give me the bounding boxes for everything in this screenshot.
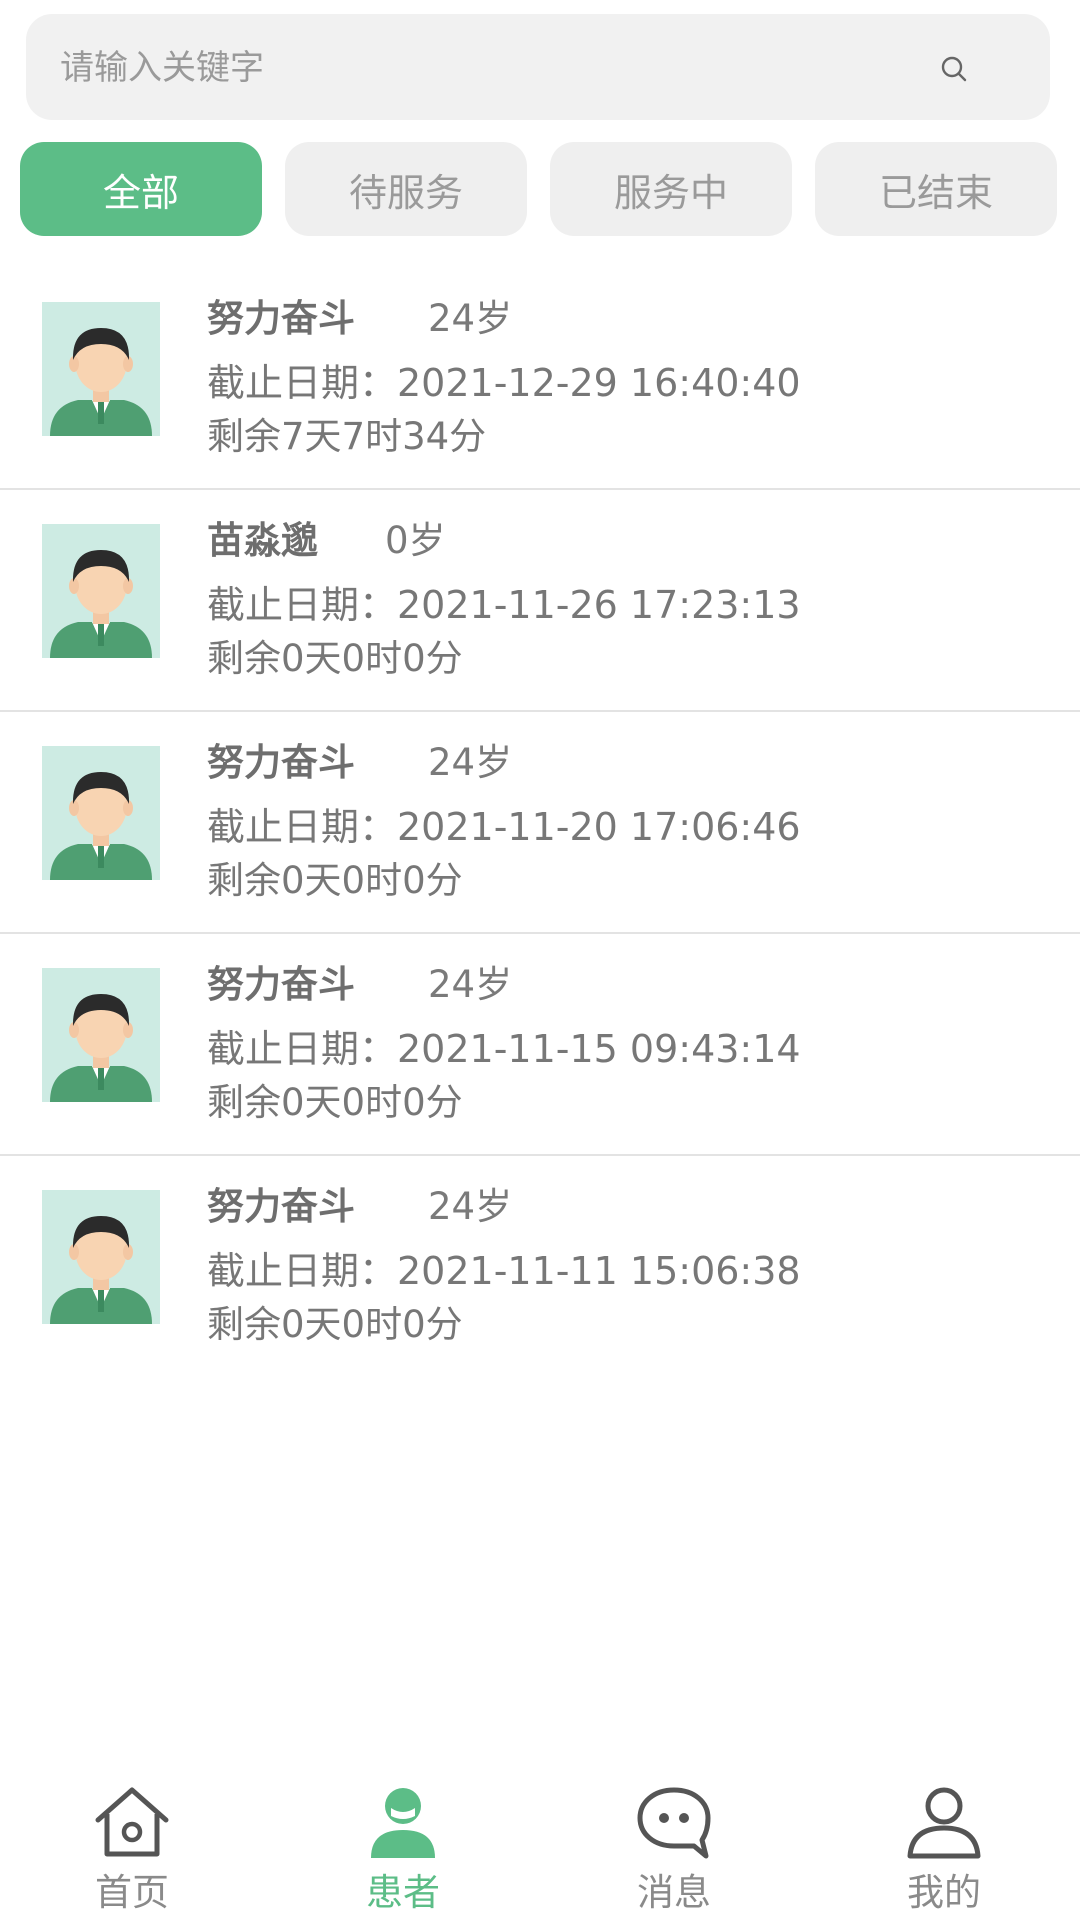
patient-deadline: 截止日期：2021-12-29 16:40:40 — [207, 361, 801, 405]
patient-list: 努力奋斗 24岁 截止日期：2021-12-29 16:40:40 剩余7天7时… — [0, 268, 1080, 1378]
nav-label: 首页 — [95, 1871, 169, 1914]
patient-deadline: 截止日期：2021-11-26 17:23:13 — [207, 583, 801, 627]
tab-label: 全部 — [102, 170, 179, 215]
patient-name: 努力奋斗 — [207, 741, 355, 784]
nav-label: 患者 — [366, 1871, 440, 1914]
bottom-nav: 首页 患者 消息 我的 — [0, 1770, 1080, 1920]
patient-deadline: 截止日期：2021-11-11 15:06:38 — [207, 1249, 801, 1293]
patient-remaining-time: 剩余0天0时0分 — [207, 1081, 463, 1124]
patient-name: 苗淼邈 — [207, 519, 318, 562]
tab-label: 待服务 — [348, 170, 463, 215]
patient-age: 24岁 — [428, 1185, 513, 1228]
tab-pending[interactable]: 待服务 — [285, 142, 527, 236]
nav-messages[interactable]: 消息 — [594, 1770, 754, 1920]
patient-remaining-time: 剩余7天7时34分 — [207, 415, 487, 458]
patient-avatar-icon — [42, 302, 160, 436]
patient-list-item[interactable]: 苗淼邈 0岁 截止日期：2021-11-26 17:23:13 剩余0天0时0分 — [0, 490, 1080, 712]
tab-all[interactable]: 全部 — [20, 142, 262, 236]
nav-label: 消息 — [637, 1871, 711, 1914]
patient-age: 24岁 — [428, 963, 513, 1006]
nav-profile[interactable]: 我的 — [864, 1770, 1024, 1920]
patient-remaining-time: 剩余0天0时0分 — [207, 637, 463, 680]
search-input[interactable] — [58, 14, 882, 122]
patient-age: 24岁 — [428, 741, 513, 784]
patient-name: 努力奋斗 — [207, 963, 355, 1006]
home-icon — [95, 1787, 169, 1857]
patient-age: 0岁 — [385, 519, 446, 562]
search-icon[interactable] — [940, 55, 968, 83]
nav-home[interactable]: 首页 — [52, 1770, 212, 1920]
patient-remaining-time: 剩余0天0时0分 — [207, 1303, 463, 1346]
nav-label: 我的 — [907, 1871, 981, 1914]
nav-patients[interactable]: 患者 — [323, 1770, 483, 1920]
patient-list-item[interactable]: 努力奋斗 24岁 截止日期：2021-11-20 17:06:46 剩余0天0时… — [0, 712, 1080, 934]
patient-age: 24岁 — [428, 297, 513, 340]
patient-avatar-icon — [42, 524, 160, 658]
tab-in-service[interactable]: 服务中 — [550, 142, 792, 236]
patient-icon — [371, 1788, 435, 1858]
patient-name: 努力奋斗 — [207, 297, 355, 340]
patient-name: 努力奋斗 — [207, 1185, 355, 1228]
patient-remaining-time: 剩余0天0时0分 — [207, 859, 463, 902]
search-bar[interactable] — [26, 14, 1050, 122]
patient-list-page: 全部 待服务 服务中 已结束 努力奋斗 24岁 截止日期：2021-12-29 … — [0, 0, 1080, 1920]
patient-avatar-icon — [42, 746, 160, 880]
patient-avatar-icon — [42, 968, 160, 1102]
tab-label: 已结束 — [878, 170, 993, 215]
message-icon — [637, 1787, 711, 1859]
patient-list-item[interactable]: 努力奋斗 24岁 截止日期：2021-12-29 16:40:40 剩余7天7时… — [0, 268, 1080, 490]
tab-finished[interactable]: 已结束 — [815, 142, 1057, 236]
patient-list-item[interactable]: 努力奋斗 24岁 截止日期：2021-11-11 15:06:38 剩余0天0时… — [0, 1156, 1080, 1378]
patient-deadline: 截止日期：2021-11-20 17:06:46 — [207, 805, 801, 849]
tab-label: 服务中 — [613, 170, 728, 215]
patient-list-item[interactable]: 努力奋斗 24岁 截止日期：2021-11-15 09:43:14 剩余0天0时… — [0, 934, 1080, 1156]
profile-icon — [907, 1787, 981, 1859]
patient-avatar-icon — [42, 1190, 160, 1324]
patient-deadline: 截止日期：2021-11-15 09:43:14 — [207, 1027, 801, 1071]
